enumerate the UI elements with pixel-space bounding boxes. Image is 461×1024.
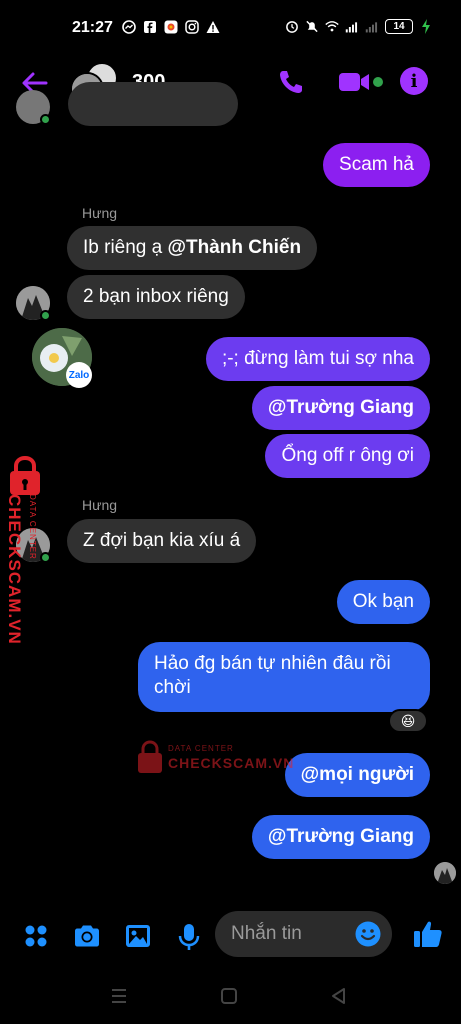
message-bubble-outgoing[interactable]: Ok bạn [336,580,430,624]
photos-icon [164,20,178,34]
message-list[interactable]: Scam hả Hưng Ib riêng ạ @Thành Chiến 2 b… [0,82,461,908]
battery-indicator: 14 [385,19,413,34]
message-text: Ib riêng ạ [83,237,168,258]
watermark-text: CHECKSCAM.VN [168,755,295,771]
message-bubble-partial [68,82,238,126]
reaction-badge[interactable]: 😆 [388,709,428,733]
message-bubble-outgoing[interactable]: @Trường Giang [251,815,430,859]
phone-call-icon[interactable] [277,68,305,96]
message-bubble-outgoing[interactable]: @mọi người [284,753,430,797]
sender-name: Hưng [82,497,118,513]
facebook-icon [143,20,157,34]
message-bubble-outgoing[interactable]: Ổng off r ông ơi [265,434,430,478]
video-call-icon[interactable] [338,70,384,94]
info-icon[interactable]: i [400,67,428,95]
watermark-subtext: DATA CENTER [168,744,234,753]
message-text: chời [154,677,191,698]
back-nav-icon[interactable] [328,986,350,1006]
recent-apps-icon[interactable] [108,986,130,1006]
online-indicator [40,310,51,321]
watermark-center: DATA CENTER CHECKSCAM.VN [136,740,296,780]
more-apps-icon[interactable] [22,922,52,950]
wifi-icon [325,20,339,34]
sender-name: Hưng [82,205,118,221]
watermark-side: CHECKSCAM.VN DATA CENTER [0,448,52,648]
message-input[interactable]: Nhắn tin [215,911,392,957]
online-indicator [40,114,51,125]
camera-icon[interactable] [72,922,102,950]
signal-2-icon [365,20,379,34]
like-icon[interactable] [412,918,444,950]
watermark-subtext: DATA CENTER [28,494,37,560]
seen-avatar [434,862,456,884]
signal-icon [345,20,359,34]
gallery-icon[interactable] [123,922,153,950]
system-nav-bar [0,964,461,1024]
message-bubble-outgoing[interactable]: Hảo đg bán tự nhiên đâu rồi chời [138,642,430,712]
notification-icons [122,20,220,34]
status-bar: 21:27 14 [0,0,461,58]
message-text: Hảo đg bán tự nhiên đâu rồi [154,653,391,674]
mute-icon [305,20,319,34]
status-time: 21:27 [72,19,113,36]
composer-bar: Nhắn tin [0,908,461,964]
message-bubble-outgoing[interactable]: ;-; đừng làm tui sợ nha [205,337,430,381]
system-icons: 14 [285,19,433,34]
home-icon[interactable] [218,986,240,1006]
emoji-icon[interactable] [354,920,382,948]
message-bubble-incoming[interactable]: Z đợi bạn kia xíu á [67,519,257,563]
zalo-badge: Zalo [66,362,92,388]
message-bubble-outgoing[interactable]: @Trường Giang [251,386,430,430]
message-input-placeholder: Nhắn tin [231,923,302,944]
mention-link[interactable]: @Thành Chiến [168,237,302,258]
message-bubble-incoming[interactable]: 2 bạn inbox riêng [67,275,245,319]
watermark-text: CHECKSCAM.VN [5,494,24,645]
lock-icon [6,455,44,496]
message-bubble-outgoing[interactable]: Scam hả [323,143,430,187]
lock-icon [136,740,164,774]
charging-icon [419,19,433,34]
instagram-icon [185,20,199,34]
microphone-icon[interactable] [176,922,206,950]
message-bubble-incoming[interactable]: Ib riêng ạ @Thành Chiến [67,226,318,270]
messenger-icon [122,20,136,34]
warning-icon [206,20,220,34]
alarm-icon [285,20,299,34]
